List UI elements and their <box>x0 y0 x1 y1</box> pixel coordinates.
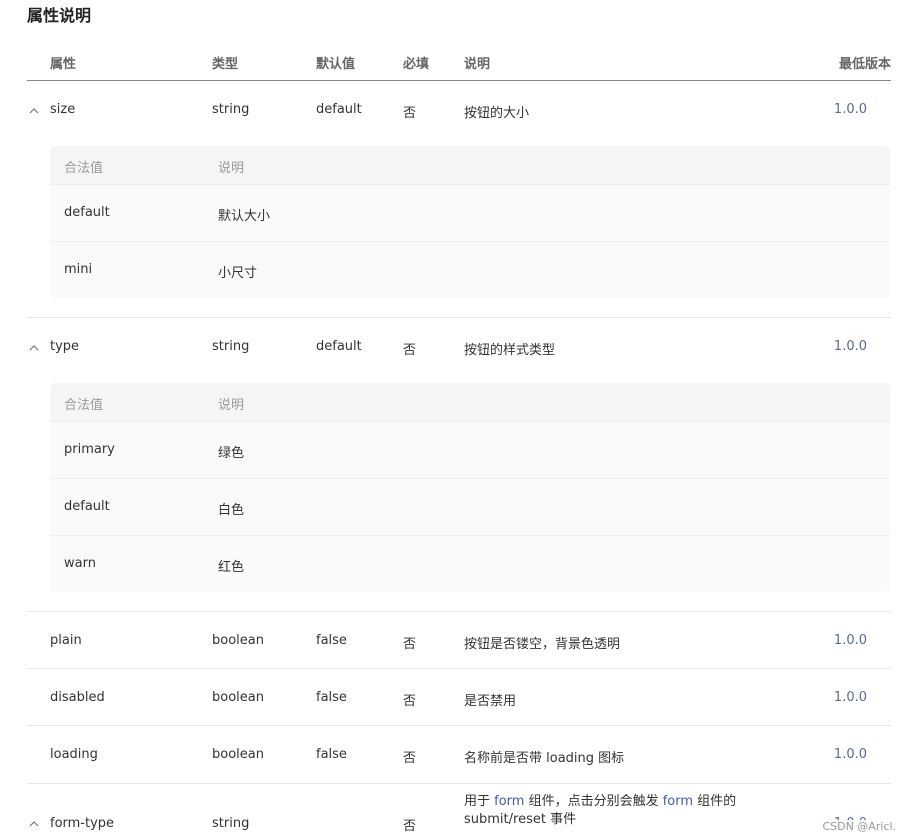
options-table: 合法值 说明 primary 绿色 default 白色 warn 红色 <box>50 383 890 592</box>
row-default: default <box>316 102 362 117</box>
options-header-value: 合法值 <box>64 398 104 413</box>
options-header: 合法值 说明 <box>50 383 890 422</box>
row-name: disabled <box>50 690 105 705</box>
row-desc: 按钮的大小 <box>464 106 530 121</box>
row-desc: 按钮的样式类型 <box>464 343 556 358</box>
header-required: 必填 <box>403 57 430 72</box>
row-required: 否 <box>403 637 417 652</box>
table-row-loading: loading boolean false 否 名称前是否带 loading 图… <box>27 726 891 784</box>
header-desc: 说明 <box>464 57 491 72</box>
option-desc: 红色 <box>218 560 245 575</box>
table-row-size: size string default 否 按钮的大小 1.0.0 合法值 说明… <box>27 81 891 318</box>
option-value: default <box>64 499 110 514</box>
chevron-up-icon[interactable] <box>29 819 39 829</box>
row-type: string <box>212 102 250 117</box>
options-header-desc: 说明 <box>218 398 245 413</box>
row-version: 1.0.0 <box>833 747 867 762</box>
option-row: default 默认大小 <box>50 185 890 242</box>
option-row: default 白色 <box>50 479 890 536</box>
row-name: loading <box>50 747 98 762</box>
option-row: primary 绿色 <box>50 422 890 479</box>
row-version: 1.0.0 <box>833 633 867 648</box>
row-type: boolean <box>212 633 264 648</box>
option-desc: 小尺寸 <box>218 266 258 281</box>
row-name: type <box>50 339 80 354</box>
watermark: CSDN @Aricl. <box>822 820 896 833</box>
attributes-table: 属性 类型 默认值 必填 说明 最低版本 size string default… <box>27 41 891 840</box>
form-link[interactable]: form <box>494 794 524 809</box>
row-default: false <box>316 633 347 648</box>
options-table: 合法值 说明 default 默认大小 mini 小尺寸 <box>50 146 890 298</box>
header-type: 类型 <box>212 57 239 72</box>
options-header-desc: 说明 <box>218 161 245 176</box>
row-required: 否 <box>403 819 417 834</box>
option-value: primary <box>64 442 115 457</box>
table-header: 属性 类型 默认值 必填 说明 最低版本 <box>27 41 891 81</box>
row-type: string <box>212 816 250 831</box>
row-name: size <box>50 102 76 117</box>
row-type: boolean <box>212 747 264 762</box>
row-default: false <box>316 747 347 762</box>
option-row: warn 红色 <box>50 536 890 592</box>
row-desc: 用于 form 组件，点击分别会触发 form 组件的 submit/reset… <box>464 794 737 827</box>
row-default: false <box>316 690 347 705</box>
header-default: 默认值 <box>316 57 356 72</box>
row-desc: 名称前是否带 loading 图标 <box>464 751 625 766</box>
header-version: 最低版本 <box>838 57 891 72</box>
option-value: mini <box>64 262 93 277</box>
row-version: 1.0.0 <box>833 339 867 354</box>
table-row-plain: plain boolean false 否 按钮是否镂空，背景色透明 1.0.0 <box>27 612 891 669</box>
option-desc: 默认大小 <box>218 209 271 224</box>
option-value: default <box>64 205 110 220</box>
option-value: warn <box>64 556 96 571</box>
table-row-disabled: disabled boolean false 否 是否禁用 1.0.0 <box>27 669 891 726</box>
options-header-value: 合法值 <box>64 161 104 176</box>
header-name: 属性 <box>50 57 77 72</box>
row-desc: 按钮是否镂空，背景色透明 <box>464 637 621 652</box>
options-header: 合法值 说明 <box>50 146 890 185</box>
option-row: mini 小尺寸 <box>50 242 890 298</box>
row-required: 否 <box>403 751 417 766</box>
row-version: 1.0.0 <box>833 102 867 117</box>
chevron-up-icon[interactable] <box>29 106 39 116</box>
table-row-type: type string default 否 按钮的样式类型 1.0.0 合法值 … <box>27 318 891 612</box>
row-version: 1.0.0 <box>833 690 867 705</box>
row-desc: 是否禁用 <box>464 694 517 709</box>
form-link[interactable]: form <box>663 794 693 809</box>
chevron-up-icon[interactable] <box>29 343 39 353</box>
page: 属性说明 属性 类型 默认值 必填 说明 最低版本 size string de… <box>0 0 908 840</box>
option-desc: 绿色 <box>218 446 245 461</box>
table-row-form-type: form-type string 否 用于 form 组件，点击分别会触发 fo… <box>27 784 891 840</box>
section-title: 属性说明 <box>27 6 92 25</box>
row-type: boolean <box>212 690 264 705</box>
row-name: form-type <box>50 816 115 831</box>
row-default: default <box>316 339 362 354</box>
row-required: 否 <box>403 343 417 358</box>
row-type: string <box>212 339 250 354</box>
row-name: plain <box>50 633 82 648</box>
row-required: 否 <box>403 106 417 121</box>
option-desc: 白色 <box>218 503 245 518</box>
row-required: 否 <box>403 694 417 709</box>
